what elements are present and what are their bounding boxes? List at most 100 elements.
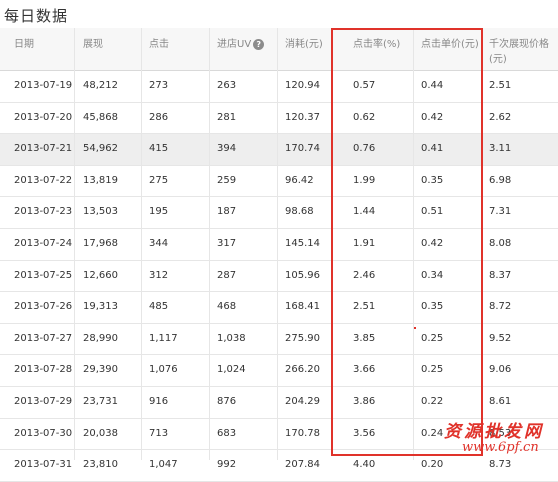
cell-store-uv: 394 [217, 143, 237, 155]
cell-cost: 170.74 [285, 143, 320, 155]
table-row[interactable]: 2013-07-23 13,503 195 187 98.68 1.44 0.51 7.31 [0, 197, 558, 229]
cell-ctr: 3.85 [353, 332, 376, 344]
cell-cpm: 8.72 [489, 301, 512, 313]
cell-clicks: 1,117 [149, 332, 178, 344]
cell-store-uv: 281 [217, 111, 237, 123]
cell-impressions: 13,503 [83, 206, 118, 218]
cell-clicks: 1,047 [149, 459, 178, 471]
cell-store-uv: 876 [217, 395, 237, 407]
cell-impressions: 28,990 [83, 332, 118, 344]
cell-clicks: 286 [149, 111, 169, 123]
cell-ctr: 1.44 [353, 206, 376, 218]
cell-ctr: 0.57 [353, 80, 376, 91]
cell-cpc: 0.42 [421, 237, 444, 249]
cell-impressions: 45,868 [83, 111, 118, 123]
cell-date: 2013-07-20 [14, 111, 73, 123]
cell-ctr: 3.66 [353, 364, 376, 376]
cell-ctr: 4.40 [353, 459, 376, 471]
cell-clicks: 273 [149, 80, 169, 91]
cell-store-uv: 317 [217, 237, 237, 249]
cell-cpc: 0.22 [421, 395, 444, 407]
watermark: 资源批发网 www.6pf.cn [436, 417, 556, 461]
cell-impressions: 54,962 [83, 143, 118, 155]
column-header-date[interactable]: 日期 [14, 37, 34, 52]
cell-cpm: 3.11 [489, 143, 512, 155]
column-header-cpc[interactable]: 点击单价(元) [421, 37, 479, 52]
column-divider [209, 28, 210, 460]
cell-clicks: 195 [149, 206, 169, 218]
cell-impressions: 19,313 [83, 301, 118, 313]
cell-impressions: 20,038 [83, 427, 118, 439]
cell-clicks: 1,076 [149, 364, 178, 376]
cell-cpc: 0.25 [421, 364, 444, 376]
cell-impressions: 12,660 [83, 269, 118, 281]
cell-cpm: 6.98 [489, 174, 512, 186]
cell-date: 2013-07-22 [14, 174, 73, 186]
cell-cpm: 2.51 [489, 80, 512, 91]
table-row[interactable]: 2013-07-24 17,968 344 317 145.14 1.91 0.42 8.08 [0, 228, 558, 261]
cell-clicks: 916 [149, 395, 169, 407]
column-divider [277, 28, 278, 460]
cell-cpm: 9.06 [489, 364, 512, 376]
cell-date: 2013-07-24 [14, 237, 73, 249]
cell-cost: 204.29 [285, 395, 320, 407]
cell-cost: 120.94 [285, 80, 320, 91]
table-row[interactable]: 2013-07-29 23,731 916 876 204.29 3.86 0.22 8.61 [0, 386, 558, 419]
cell-clicks: 312 [149, 269, 169, 281]
page-title: 每日数据 [4, 7, 69, 25]
table-row[interactable]: 2013-07-19 48,212 273 263 120.94 0.57 0.44 2.51 [0, 71, 558, 103]
cell-impressions: 17,968 [83, 237, 118, 249]
column-header-ctr[interactable]: 点击率(%) [353, 37, 400, 52]
cell-clicks: 344 [149, 237, 169, 249]
column-divider [413, 28, 414, 460]
column-header-clicks[interactable]: 点击 [149, 37, 169, 52]
cell-store-uv: 1,024 [217, 364, 246, 376]
column-header-cpm-line2: (元) [489, 54, 507, 65]
question-circle-icon[interactable]: ? [253, 39, 265, 50]
cell-cpc: 0.34 [421, 269, 444, 281]
cell-impressions: 23,731 [83, 395, 118, 407]
cell-cost: 145.14 [285, 237, 320, 249]
cell-cost: 168.41 [285, 301, 320, 313]
cell-cost: 170.78 [285, 427, 320, 439]
cell-ctr: 3.86 [353, 395, 376, 407]
cell-cpc: 0.44 [421, 80, 444, 91]
cell-store-uv: 1,038 [217, 332, 246, 344]
table-row[interactable]: 2013-07-26 19,313 485 468 168.41 2.51 0.35 8.72 [0, 292, 558, 324]
cell-cpm: 8.61 [489, 395, 512, 407]
table-row[interactable]: 2013-07-28 29,390 1,076 1,024 266.20 3.66 0.25… [0, 355, 558, 387]
column-divider [141, 28, 142, 460]
cell-cpc: 0.35 [421, 301, 444, 313]
column-header-store-uv-label: 进店UV [217, 39, 252, 50]
cell-date: 2013-07-30 [14, 427, 73, 439]
table-row[interactable]: 2013-07-21 54,962 415 394 170.74 0.76 0.41 3.11 [0, 134, 558, 166]
red-dot-mark [414, 327, 416, 329]
cell-clicks: 713 [149, 427, 169, 439]
cell-cost: 105.96 [285, 269, 320, 281]
cell-cost: 98.68 [285, 206, 314, 218]
cell-cpc: 0.42 [421, 111, 444, 123]
watermark-text: 资源批发网 [444, 422, 544, 442]
cell-cpm: 2.62 [489, 111, 512, 123]
table-row[interactable]: 2013-07-25 12,660 312 287 105.96 2.46 0.34 8.37 [0, 260, 558, 293]
cell-store-uv: 287 [217, 269, 237, 281]
cell-impressions: 29,390 [83, 364, 118, 376]
daily-data-table: 日期 展现 点击 进店UV? 消耗(元) 点击率(%) 点击单价(元) 千次展现… [0, 28, 558, 482]
table-row[interactable]: 2013-07-22 13,819 275 259 96.42 1.99 0.35 6.98 [0, 165, 558, 198]
cell-date: 2013-07-27 [14, 332, 73, 344]
column-header-cpm[interactable]: 千次展现价格 (元) [489, 37, 549, 67]
cell-clicks: 485 [149, 301, 169, 313]
column-header-cost[interactable]: 消耗(元) [285, 37, 323, 52]
cell-store-uv: 187 [217, 206, 237, 218]
column-header-store-uv[interactable]: 进店UV? [217, 37, 265, 52]
cell-ctr: 2.46 [353, 269, 376, 281]
cell-cpc: 0.41 [421, 143, 444, 155]
cell-date: 2013-07-23 [14, 206, 73, 218]
cell-ctr: 2.51 [353, 301, 376, 313]
table-row[interactable]: 2013-07-20 45,868 286 281 120.37 0.62 0.42 2.62 [0, 102, 558, 135]
cell-impressions: 48,212 [83, 80, 118, 91]
table-row[interactable]: 2013-07-27 28,990 1,117 1,038 275.90 3.85 0.25… [0, 323, 558, 356]
column-header-impressions[interactable]: 展现 [83, 37, 103, 52]
cell-ctr: 0.76 [353, 143, 376, 155]
cell-impressions: 13,819 [83, 174, 118, 186]
